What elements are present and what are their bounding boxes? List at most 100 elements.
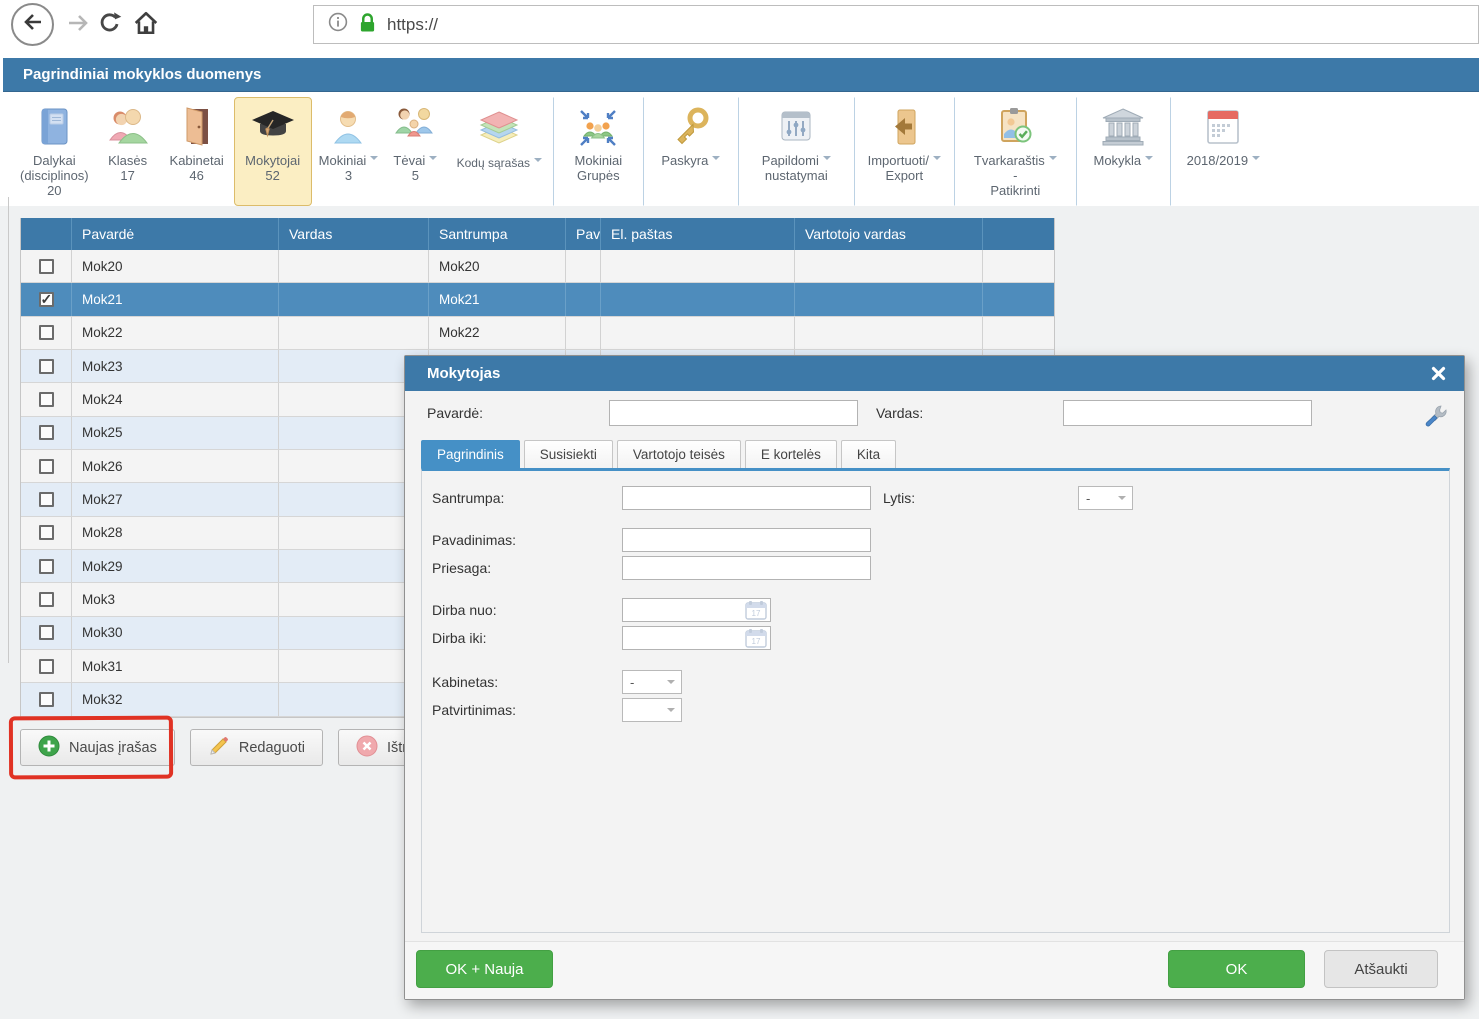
reload-icon [97, 10, 123, 41]
cell-vartotojo-vardas [794, 250, 982, 282]
table-row[interactable]: Mok20 Mok20 [21, 250, 1054, 283]
tab-panel-pagrindinis: Santrumpa: Lytis: - Pavadinimas: Priesag… [421, 468, 1450, 933]
kabinetas-select[interactable]: - [622, 670, 682, 694]
chevron-down-icon [823, 156, 831, 164]
toolbar-item-kabinetai[interactable]: Kabinetai 46 [160, 97, 234, 206]
vardas-input[interactable] [1063, 400, 1312, 426]
row-checkbox[interactable] [39, 492, 54, 507]
graduation-cap-icon [250, 103, 296, 151]
toolbar-item-tvarkarastis-patikrinti[interactable]: Tvarkaraštis - Patikrinti [954, 97, 1076, 206]
table-row-selected[interactable]: Mok21 Mok21 [21, 283, 1054, 316]
toolbar-item-mokiniai-grupes[interactable]: Mokiniai Grupės [553, 97, 643, 206]
toolbar-item-klases[interactable]: Klasės 17 [96, 97, 160, 206]
calendar-picker-icon[interactable]: 17 [744, 628, 768, 648]
new-record-button[interactable]: Naujas įrašas [20, 729, 175, 766]
tools-icon[interactable] [1422, 404, 1448, 435]
row-checkbox[interactable] [39, 625, 54, 640]
cell-pavarde: Mok30 [71, 617, 278, 649]
column-header-santrumpa[interactable]: Santrumpa [428, 218, 565, 250]
toolbar-item-mokytojai[interactable]: Mokytojai 52 [234, 97, 312, 206]
students-icon [106, 103, 150, 151]
ok-new-button[interactable]: OK + Nauja [416, 950, 553, 988]
cell-pavarde: Mok31 [71, 650, 278, 682]
column-header-vardas[interactable]: Vardas [278, 218, 428, 250]
chevron-down-icon [712, 156, 720, 164]
toolbar-item-paskyra[interactable]: Paskyra [643, 97, 738, 206]
cell-pavarde: Mok23 [71, 350, 278, 382]
url-bar[interactable]: https:// [313, 5, 1479, 44]
home-button[interactable] [132, 11, 160, 39]
row-checkbox[interactable] [39, 592, 54, 607]
schedule-check-icon [993, 103, 1037, 151]
tab-susisiekti[interactable]: Susisiekti [524, 440, 613, 468]
calendar-picker-icon[interactable]: 17 [744, 600, 768, 620]
row-checkbox[interactable] [39, 659, 54, 674]
row-checkbox-checked[interactable] [39, 292, 54, 307]
row-checkbox[interactable] [39, 425, 54, 440]
toolbar-item-dalykai[interactable]: Dalykai (disciplinos) 20 [13, 97, 96, 206]
padlock-icon[interactable] [359, 12, 376, 38]
column-header-pavarde[interactable]: Pavardė [71, 218, 278, 250]
tab-kita[interactable]: Kita [841, 440, 896, 468]
toolbar-item-papildomi-nustatymai[interactable]: Papildomi nustatymai [738, 97, 854, 206]
tab-e-korteles[interactable]: E kortelės [745, 440, 837, 468]
row-checkbox[interactable] [39, 325, 54, 340]
reload-button[interactable] [96, 11, 124, 39]
cell-santrumpa: Mok21 [428, 283, 565, 315]
lytis-select[interactable]: - [1078, 486, 1133, 510]
santrumpa-input[interactable] [622, 486, 871, 510]
row-checkbox[interactable] [39, 359, 54, 374]
ok-button[interactable]: OK [1168, 950, 1305, 988]
toolbar-item-school-year[interactable]: 2018/2019 [1170, 97, 1276, 206]
cell-vardas [278, 250, 428, 282]
page-title: Pagrindiniai mokyklos duomenys [23, 66, 261, 83]
column-header-checkbox [21, 218, 71, 250]
column-header-vartotojo-vardas[interactable]: Vartotojo vardas [794, 218, 982, 250]
layers-icon [476, 103, 522, 151]
table-header-row: Pavardė Vardas Santrumpa Pava El. paštas… [21, 218, 1054, 250]
dirba-iki-label: Dirba iki: [432, 630, 622, 646]
cell-pavarde: Mok32 [71, 683, 278, 715]
book-icon [34, 103, 74, 151]
home-icon [133, 10, 159, 41]
lytis-label: Lytis: [883, 490, 1078, 506]
pavarde-input[interactable] [609, 400, 858, 426]
table-row[interactable]: Mok22 Mok22 [21, 317, 1054, 350]
toolbar-item-importuoti-export[interactable]: Importuoti/ Export [854, 97, 954, 206]
dirba-nuo-input[interactable]: 17 [622, 598, 771, 622]
toolbar-item-tevai[interactable]: Tėvai 5 [385, 97, 445, 206]
row-checkbox[interactable] [39, 392, 54, 407]
dirba-iki-input[interactable]: 17 [622, 626, 771, 650]
toolbar-item-mokykla[interactable]: Mokykla [1076, 97, 1170, 206]
cell-el-pastas [600, 317, 794, 349]
toolbar-item-mokiniai[interactable]: Mokiniai 3 [312, 97, 386, 206]
edit-button[interactable]: Redaguoti [190, 729, 323, 766]
row-checkbox[interactable] [39, 559, 54, 574]
back-button[interactable] [11, 3, 54, 46]
cell-pavarde: Mok20 [71, 250, 278, 282]
cancel-button[interactable]: Atšaukti [1324, 950, 1438, 988]
url-text[interactable]: https:// [387, 15, 438, 35]
forward-button[interactable] [64, 13, 92, 37]
tab-vartotojo-teises[interactable]: Vartotojo teisės [617, 440, 741, 468]
toolbar-item-kodu-sarasas[interactable]: Kodų sąrašas [445, 97, 553, 206]
dialog-footer: OK + Nauja OK Atšaukti [405, 941, 1464, 999]
pavadinimas-input[interactable] [622, 528, 871, 552]
close-icon[interactable] [1428, 364, 1448, 384]
row-checkbox[interactable] [39, 692, 54, 707]
priesaga-input[interactable] [622, 556, 871, 580]
info-icon[interactable] [328, 12, 348, 37]
row-checkbox[interactable] [39, 259, 54, 274]
patvirtinimas-select[interactable] [622, 698, 682, 722]
cell-pava [565, 317, 600, 349]
row-checkbox[interactable] [39, 525, 54, 540]
person-icon [328, 103, 368, 151]
row-checkbox[interactable] [39, 459, 54, 474]
cell-pava [565, 283, 600, 315]
column-header-pava[interactable]: Pava [565, 218, 600, 250]
tab-pagrindinis[interactable]: Pagrindinis [421, 440, 520, 468]
column-header-el-pastas[interactable]: El. paštas [600, 218, 794, 250]
browser-toolbar: https:// [0, 0, 1479, 50]
cell-pava [565, 250, 600, 282]
santrumpa-label: Santrumpa: [432, 490, 622, 506]
